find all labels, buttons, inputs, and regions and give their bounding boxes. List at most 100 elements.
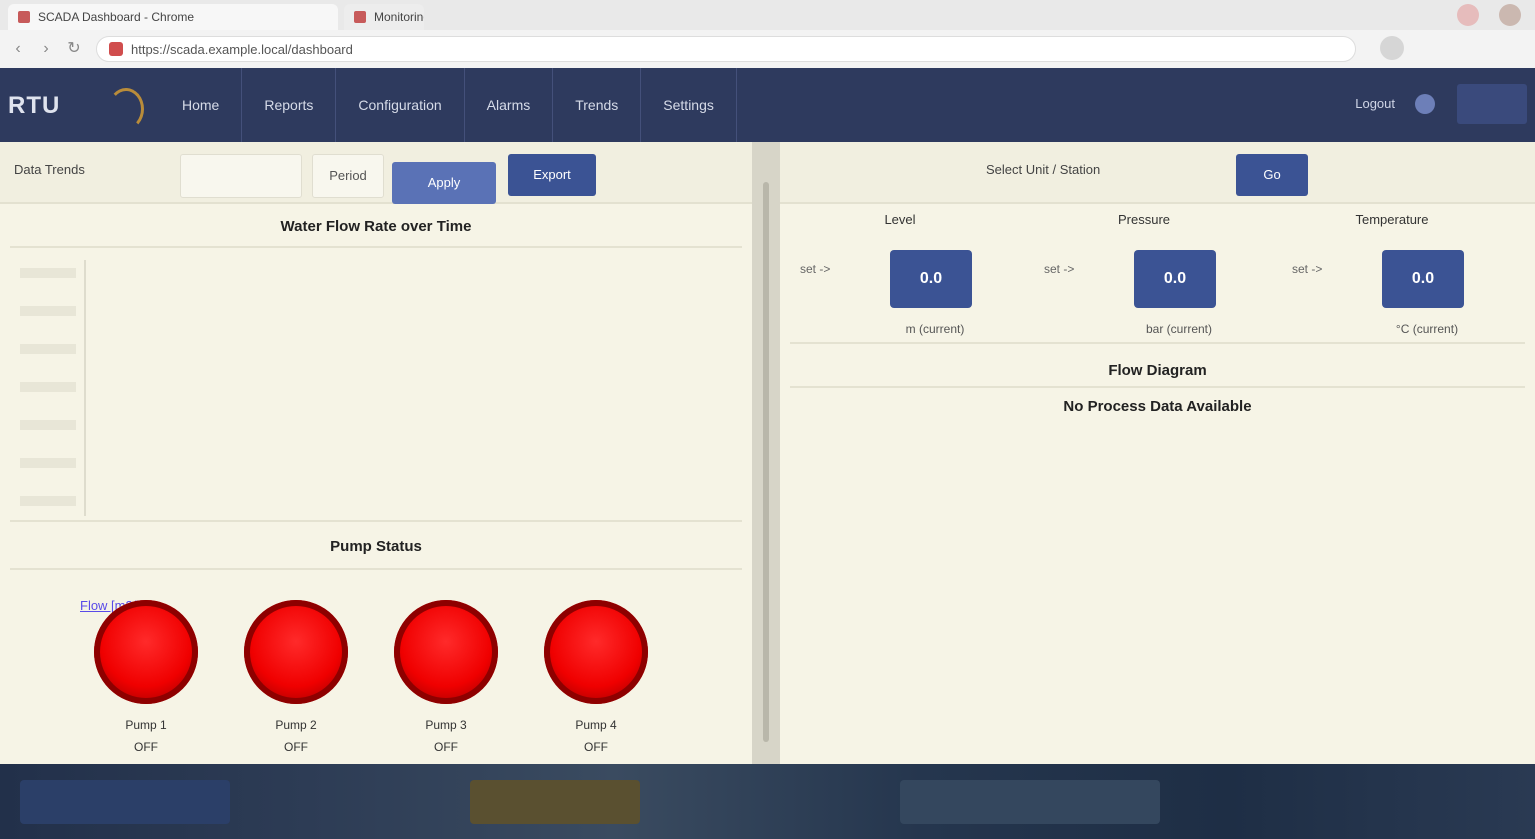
export-button[interactable]: Export [508, 154, 596, 196]
tab-title: SCADA Dashboard - Chrome [38, 10, 195, 24]
toolbar-label: Select Unit / Station [986, 162, 1101, 177]
divider [10, 520, 742, 522]
url-text: https://scada.example.local/dashboard [131, 42, 353, 57]
y-tick-label [20, 306, 76, 316]
y-tick-label [20, 344, 76, 354]
pump-status-lights: Pump 1 OFF Pump 2 OFF Pump 3 OFF Pump 4 … [0, 580, 752, 764]
user-icon[interactable] [1415, 94, 1435, 114]
menu-item-home[interactable]: Home [160, 68, 243, 142]
dial-caption: Level [884, 212, 916, 227]
app-logo[interactable]: RTU [8, 86, 144, 130]
pump-state: OFF [134, 740, 158, 754]
y-tick-label [20, 458, 76, 468]
pump-indicator[interactable]: Pump 3 OFF [394, 600, 498, 754]
favicon-icon [18, 11, 30, 23]
y-tick-label [20, 268, 76, 278]
pump-name: Pump 3 [425, 718, 467, 732]
apply-button[interactable]: Apply [392, 162, 496, 204]
right-panel: Select Unit / Station Go Level set -> 0.… [780, 142, 1535, 764]
menu-item-alarms[interactable]: Alarms [465, 68, 554, 142]
diagram-subtitle: No Process Data Available [1063, 398, 1252, 415]
window-controls [1457, 4, 1521, 26]
y-tick-label [20, 382, 76, 392]
pump-state: OFF [434, 740, 458, 754]
pump-state: OFF [284, 740, 308, 754]
dial-footer: m (current) [905, 322, 965, 336]
extension-icon[interactable] [1457, 4, 1479, 26]
pump-indicator[interactable]: Pump 4 OFF [544, 600, 648, 754]
pump-name: Pump 4 [575, 718, 617, 732]
dial-footer: bar (current) [1145, 322, 1213, 336]
value-display[interactable]: 0.0 [1382, 250, 1464, 308]
status-light-red-icon [244, 600, 348, 704]
divider [790, 342, 1525, 344]
pump-indicator[interactable]: Pump 1 OFF [94, 600, 198, 754]
level-control: Level set -> 0.0 m (current) [800, 206, 1000, 346]
menu-item-reports[interactable]: Reports [242, 68, 337, 142]
app-navbar: RTU Home Reports Configuration Alarms Tr… [0, 68, 1535, 142]
status-light-red-icon [94, 600, 198, 704]
right-toolbar: Select Unit / Station Go [780, 142, 1535, 204]
pump-name: Pump 1 [125, 718, 167, 732]
date-input[interactable] [180, 154, 302, 198]
splitter-grip[interactable] [763, 182, 769, 742]
address-row: ‹ › ↻ https://scada.example.local/dashbo… [0, 30, 1535, 68]
dial-arrow: set -> [800, 262, 831, 276]
divider [10, 246, 742, 248]
value-display[interactable]: 0.0 [1134, 250, 1216, 308]
browser-tab-active[interactable]: SCADA Dashboard - Chrome [8, 4, 338, 30]
y-tick-label [20, 420, 76, 430]
temperature-control: Temperature set -> 0.0 °C (current) [1292, 206, 1492, 346]
reload-icon[interactable]: ↻ [64, 39, 84, 59]
dial-arrow: set -> [1292, 262, 1323, 276]
trend-chart [8, 260, 742, 516]
go-button[interactable]: Go [1236, 154, 1308, 196]
menu-item-settings[interactable]: Settings [641, 68, 737, 142]
dial-caption: Pressure [1117, 212, 1171, 227]
back-icon[interactable]: ‹ [8, 39, 28, 59]
bookmark-icon[interactable] [1380, 36, 1404, 60]
status-light-red-icon [544, 600, 648, 704]
dial-caption: Temperature [1355, 212, 1429, 227]
logo-swoosh-icon [108, 88, 144, 130]
dial-footer: °C (current) [1395, 322, 1459, 336]
divider [790, 386, 1525, 388]
toolbar-label: Data Trends [14, 162, 85, 177]
status-light-red-icon [394, 600, 498, 704]
diagram-title: Flow Diagram [1108, 362, 1207, 379]
nav-user-area: Logout [1275, 68, 1535, 142]
profile-avatar[interactable] [1499, 4, 1521, 26]
menu-item-trends[interactable]: Trends [553, 68, 642, 142]
address-bar[interactable]: https://scada.example.local/dashboard [96, 36, 1356, 62]
taskbar-item[interactable] [20, 780, 230, 824]
left-panel: Data Trends Period Apply Export Water Fl… [0, 142, 752, 764]
browser-tab[interactable]: Monitoring [344, 4, 424, 30]
y-tick-label [20, 496, 76, 506]
taskbar-item[interactable] [470, 780, 640, 824]
tab-title: Monitoring [374, 10, 424, 24]
menu-item-configuration[interactable]: Configuration [336, 68, 465, 142]
status-title: Pump Status [330, 538, 422, 555]
pressure-control: Pressure set -> 0.0 bar (current) [1044, 206, 1244, 346]
pump-name: Pump 2 [275, 718, 317, 732]
tab-strip: SCADA Dashboard - Chrome Monitoring [0, 0, 1535, 30]
pump-indicator[interactable]: Pump 2 OFF [244, 600, 348, 754]
taskbar [0, 764, 1535, 839]
panel-splitter[interactable] [752, 142, 780, 764]
chart-title: Water Flow Rate over Time [280, 218, 472, 235]
logo-text: RTU [8, 92, 61, 119]
left-toolbar: Data Trends Period Apply Export [0, 142, 752, 204]
forward-icon[interactable]: › [36, 39, 56, 59]
browser-chrome: SCADA Dashboard - Chrome Monitoring ‹ › … [0, 0, 1535, 69]
nav-action-button[interactable] [1457, 84, 1527, 124]
taskbar-item[interactable] [900, 780, 1160, 824]
divider [10, 568, 742, 570]
main-menu: Home Reports Configuration Alarms Trends… [160, 68, 737, 142]
plot-area [84, 260, 744, 516]
dial-arrow: set -> [1044, 262, 1075, 276]
period-button[interactable]: Period [312, 154, 384, 198]
logout-link[interactable]: Logout [1355, 96, 1395, 111]
y-axis [8, 260, 80, 516]
value-display[interactable]: 0.0 [890, 250, 972, 308]
pump-state: OFF [584, 740, 608, 754]
